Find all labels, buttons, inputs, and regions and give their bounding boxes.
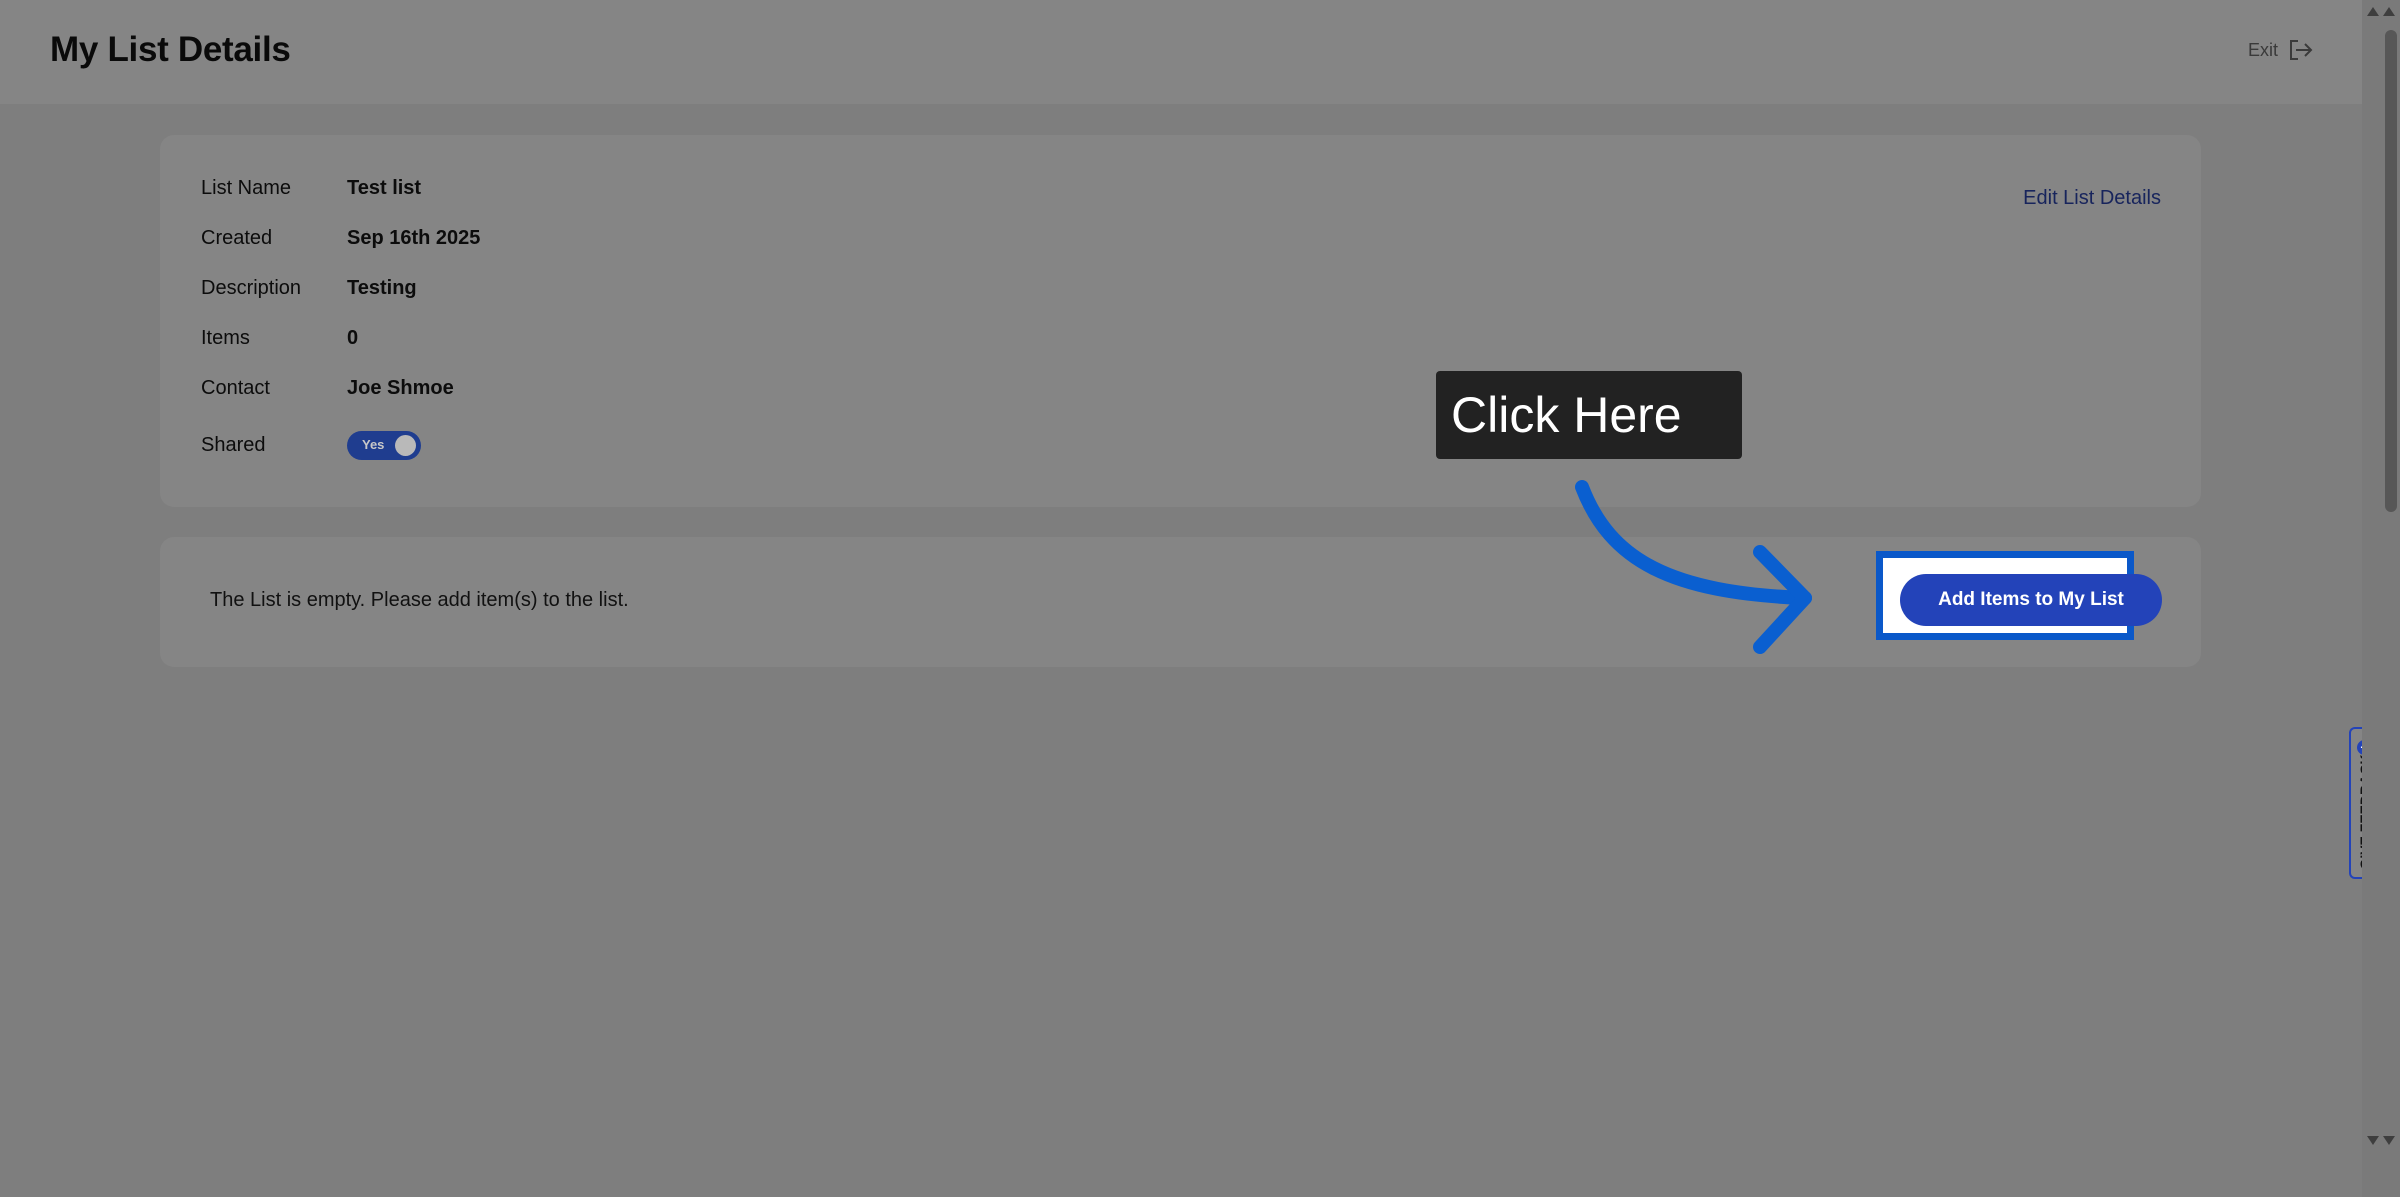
add-items-button[interactable]: Add Items to My List [1900, 574, 2162, 626]
triangle-up-icon [2367, 6, 2379, 16]
pointer-arrow-icon [1575, 480, 1812, 654]
page-title: My List Details [50, 30, 291, 69]
click-here-callout: Click Here [1436, 371, 1742, 459]
detail-label: Shared [201, 434, 266, 456]
detail-row-created: Created Sep 16th 2025 [201, 227, 480, 250]
scroll-thumb[interactable] [2385, 30, 2397, 512]
detail-value: Testing [347, 277, 417, 299]
toggle-knob [395, 435, 416, 456]
detail-row-shared: Shared Yes [201, 431, 421, 460]
detail-label: List Name [201, 177, 292, 199]
triangle-down-icon [2367, 1135, 2379, 1145]
triangle-down-icon [2383, 1135, 2395, 1145]
detail-row-items: Items 0 [201, 327, 358, 350]
edit-list-details-link[interactable]: Edit List Details [2023, 187, 2161, 210]
detail-row-list-name: List Name Test list [201, 177, 421, 200]
scroll-up-arrows[interactable] [2362, 2, 2400, 20]
triangle-up-icon [2383, 6, 2395, 16]
detail-value: 0 [347, 327, 359, 349]
page-header: My List Details Exit [0, 0, 2362, 104]
detail-label: Contact [201, 377, 270, 399]
toggle-label: Yes [362, 437, 385, 452]
detail-label: Description [201, 277, 302, 299]
empty-list-message: The List is empty. Please add item(s) to… [210, 589, 629, 611]
scroll-down-arrows[interactable] [2362, 1131, 2400, 1149]
detail-row-description: Description Testing [201, 277, 417, 300]
detail-value: Sep 16th 2025 [347, 227, 481, 249]
exit-label: Exit [2247, 39, 2278, 60]
detail-value: Joe Shmoe [347, 377, 454, 399]
vertical-scrollbar[interactable] [2362, 0, 2400, 1197]
logout-icon [2288, 38, 2314, 62]
shared-toggle[interactable]: Yes [347, 431, 421, 460]
list-details-card: List Name Test list Created Sep 16th 202… [160, 135, 2201, 507]
detail-label: Created [201, 227, 273, 249]
exit-button[interactable]: Exit [2248, 38, 2314, 62]
detail-row-contact: Contact Joe Shmoe [201, 377, 454, 400]
detail-value: Test list [347, 177, 422, 199]
detail-label: Items [201, 327, 250, 349]
